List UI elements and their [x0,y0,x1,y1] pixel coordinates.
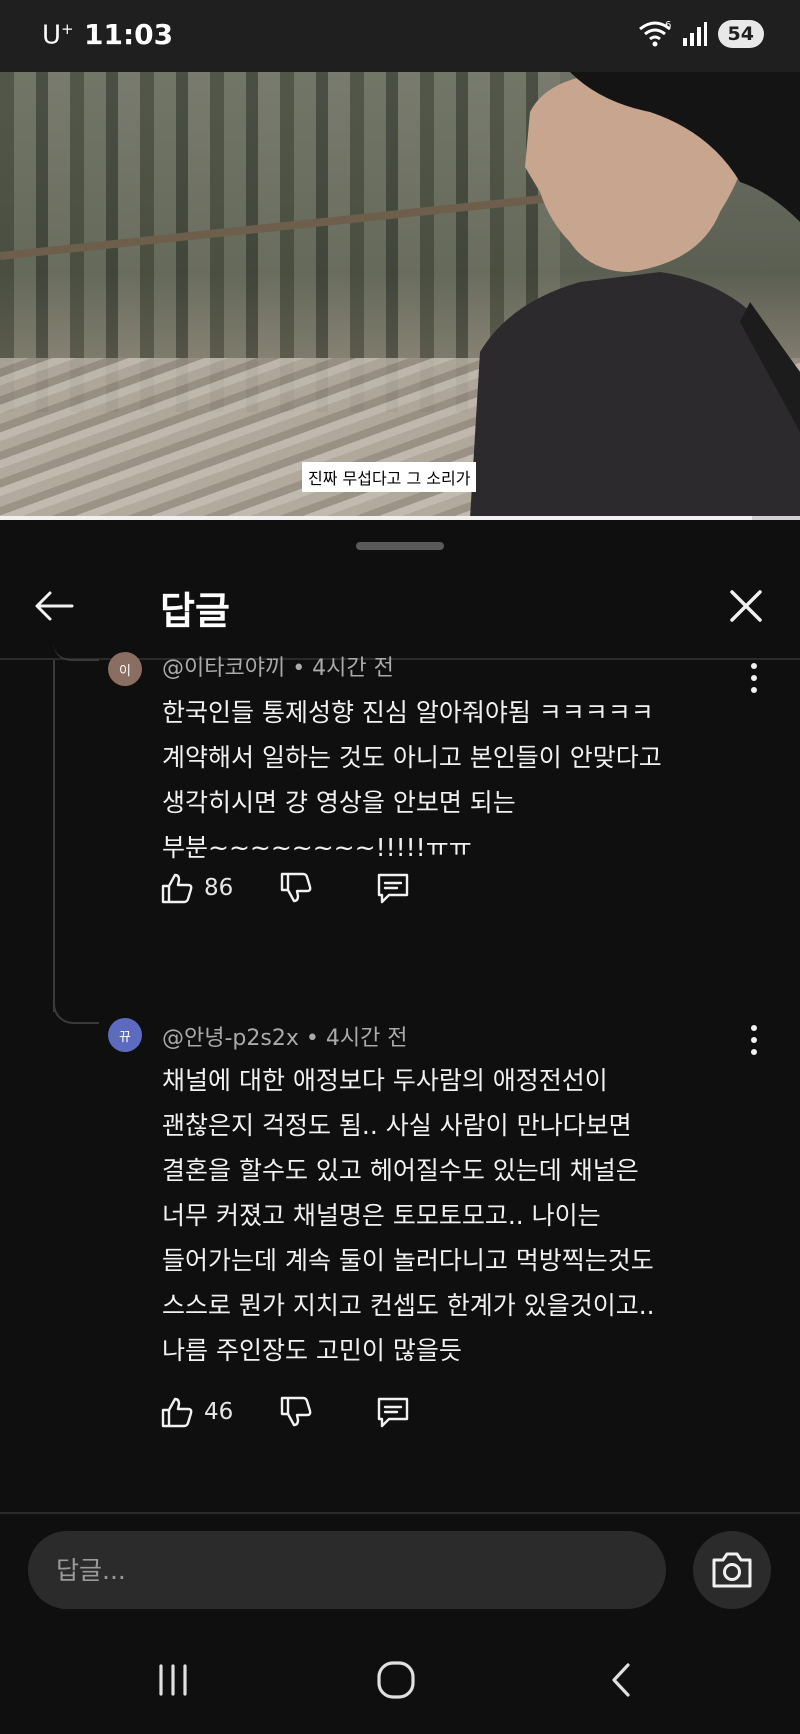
video-person [470,72,800,518]
camera-icon [712,1552,752,1588]
dislike-button[interactable] [279,871,313,905]
comment-author[interactable]: @이타코야끼 [162,656,285,681]
dislike-button[interactable] [279,1395,313,1429]
reply-button[interactable] [375,871,411,905]
video-caption: 진짜 무섭다고 그 소리가 [302,462,477,492]
status-bar: U+ 11:03 6 54 [0,0,800,72]
close-icon [730,590,762,622]
thumbs-down-icon [281,872,312,903]
reply-comment: 이 @이타코야끼 • 4시간 전 한국인들 통제성향 진심 알아줘야됨 ㅋㅋㅋㅋ… [0,652,800,1010]
battery-indicator: 54 [717,20,764,48]
comment-line: 생각히시면 걍 영상을 안보면 되는 [162,788,516,817]
like-button[interactable]: 86 [160,871,233,905]
replies-sheet: 답글 이 @이타코야끼 • 4시간 전 한국인들 통제성향 진심 알아줘야됨 ㅋ… [0,528,800,1734]
comment-author[interactable]: @안녕-p2s2x [162,1026,299,1051]
drag-handle[interactable] [356,542,444,550]
comment-icon [378,873,409,904]
avatar[interactable]: 뀨 [108,1018,142,1052]
home-button[interactable] [366,1652,426,1708]
chevron-left-icon [612,1663,630,1697]
sheet-title: 답글 [160,589,230,633]
like-count: 86 [204,875,234,901]
recents-icon [159,1664,187,1696]
comment-body: 한국인들 통제성향 진심 알아줘야됨 ㅋㅋㅋㅋㅋ 계약해서 일하는 것도 아니고… [162,690,762,870]
wifi-icon: 6 [638,20,671,47]
comment-actions: 86 [160,866,411,910]
comment-line: 채널에 대한 애정보다 두사람의 애정전선이 [162,1066,608,1095]
comment-line: 나름 주인장도 고민이 많을듯 [162,1336,462,1365]
recents-button[interactable] [143,1652,203,1708]
wifi-label: 6 [665,20,671,31]
thumbs-down-icon [281,1396,312,1427]
sheet-header: 답글 [0,558,800,658]
comment-line: 스스로 뭔가 지치고 컨셉도 한계가 있을것이고.. [162,1291,655,1320]
video-progress-fill [0,516,752,520]
comment-line: 들어가는데 계속 둘이 놀러다니고 먹방찍는것도 [162,1246,654,1275]
comment-line: 너무 커졌고 채널명은 토모토모고.. 나이는 [162,1201,601,1230]
close-button[interactable] [722,582,770,630]
signal-icon [682,22,707,46]
thumbs-up-icon [161,1397,193,1428]
comment-actions: 46 [160,1390,411,1434]
back-button[interactable] [30,582,78,630]
camera-button[interactable] [693,1531,771,1609]
comment-line: 한국인들 통제성향 진심 알아줘야됨 ㅋㅋㅋㅋㅋ [162,698,654,727]
system-nav-bar [0,1624,800,1734]
thumbs-up-icon [161,873,193,904]
avatar[interactable]: 이 [108,652,142,686]
comment-line: 부분~~~~~~~~!!!!!ㅠㅠ [162,833,472,862]
comment-meta: @이타코야끼 • 4시간 전 [162,656,394,681]
reply-comment: 뀨 @안녕-p2s2x • 4시간 전 채널에 대한 애정보다 두사람의 애정전… [0,1018,800,1498]
comment-time: 4시간 전 [312,656,394,681]
video-progress-bar[interactable] [0,516,800,520]
home-icon [377,1661,415,1699]
arrow-left-icon [35,591,74,621]
like-count: 46 [204,1399,234,1425]
comment-meta: @안녕-p2s2x • 4시간 전 [162,1026,408,1051]
status-icons: 6 54 [638,20,764,48]
video-player[interactable]: 진짜 무섭다고 그 소리가 [0,72,800,518]
more-vert-icon [751,1025,757,1055]
like-button[interactable]: 46 [160,1395,233,1429]
comment-line: 계약해서 일하는 것도 아니고 본인들이 안맞다고 [162,743,662,772]
comment-time: 4시간 전 [325,1026,408,1051]
comment-icon [378,1397,409,1428]
carrier-label: U+ [42,20,74,51]
reply-button[interactable] [375,1395,411,1429]
comment-line: 결혼을 할수도 있고 헤어질수도 있는데 채널은 [162,1156,639,1185]
system-back-button[interactable] [592,1652,652,1708]
reply-input[interactable] [28,1531,666,1609]
status-time: 11:03 [84,18,174,51]
more-options-button[interactable] [744,1022,764,1058]
comment-line: 괜찮은지 걱정도 됨.. 사실 사람이 만나다보면 [162,1111,632,1140]
comment-body: 채널에 대한 애정보다 두사람의 애정전선이 괜찮은지 걱정도 됨.. 사실 사… [162,1058,762,1373]
composer-divider [0,1512,800,1514]
